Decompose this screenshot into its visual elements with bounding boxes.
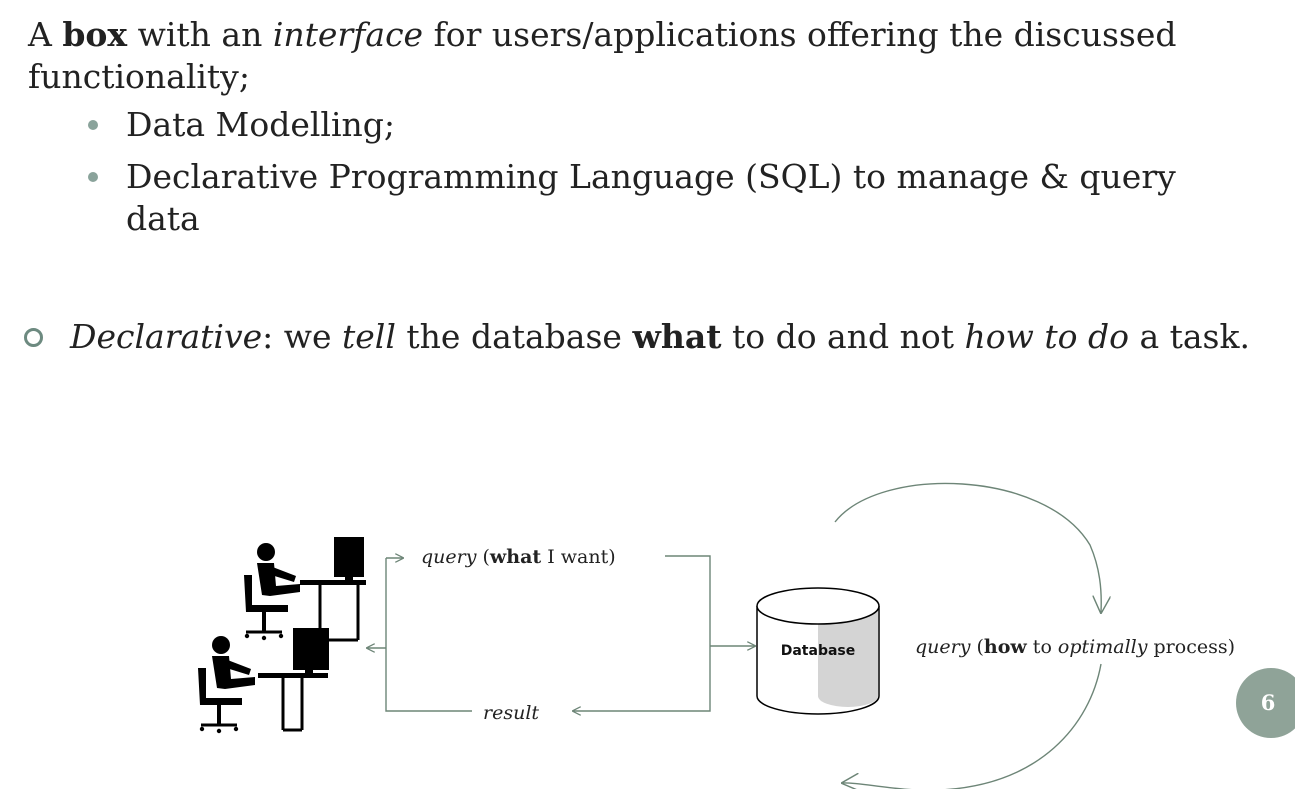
slide: A box with an interface for users/applic… (0, 0, 1295, 789)
slide-number: 6 (1260, 690, 1276, 715)
result-label: result (483, 702, 539, 724)
paren-open: ( (476, 546, 489, 568)
left-vertical-line (385, 558, 472, 712)
connector-lines (367, 556, 755, 711)
loop-top-arrow (834, 482, 1101, 612)
process-text: process) (1147, 636, 1235, 658)
query-word: query (915, 636, 971, 658)
slide-number-badge: 6 (1236, 668, 1295, 738)
query-what-label: query (what I want) (421, 546, 616, 568)
loop-bottom-arrow (843, 663, 1102, 789)
query-how-label: query (how to optimally process) (915, 636, 1235, 658)
want-text: I want) (541, 546, 615, 568)
how-word: how (984, 636, 1027, 658)
result-return-arrow (573, 555, 711, 711)
optimally-word: optimally (1058, 636, 1148, 658)
database-icon: Database (756, 587, 880, 715)
to-word: to (1027, 636, 1058, 658)
query-word: query (421, 546, 477, 568)
what-word: what (489, 546, 541, 568)
query-diagram: Database query (what I want) result quer… (198, 482, 1235, 789)
paren-open: ( (970, 636, 983, 658)
database-label: Database (781, 643, 856, 659)
users-at-computers-icon (198, 537, 366, 734)
